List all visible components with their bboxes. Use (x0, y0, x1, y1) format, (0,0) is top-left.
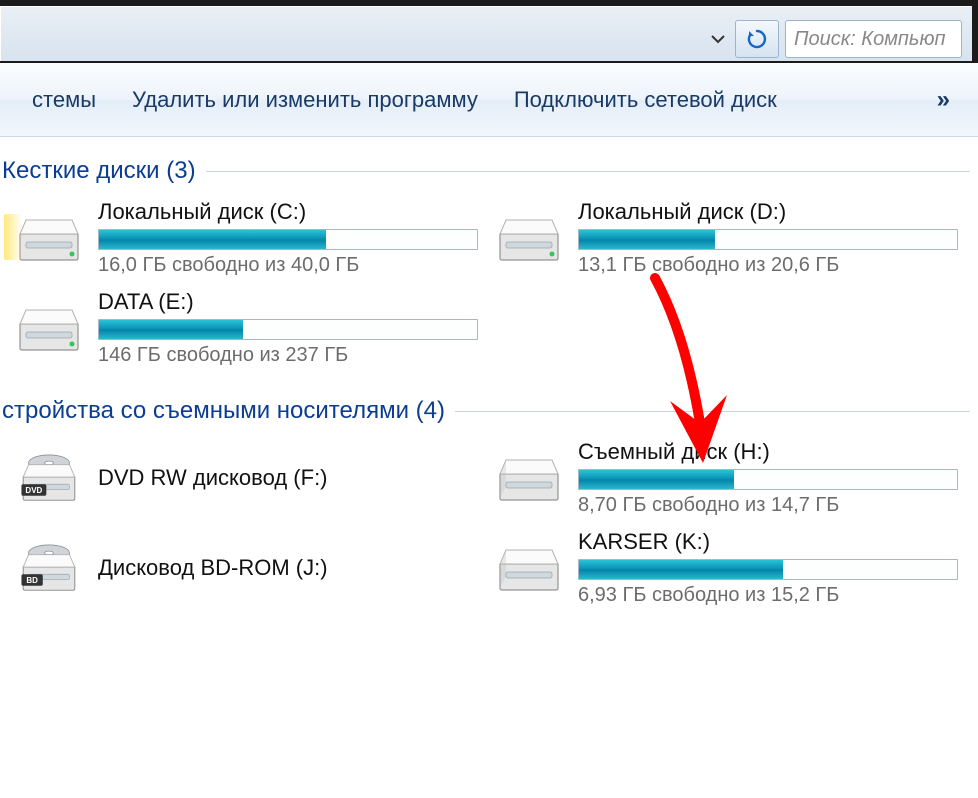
removable-drive-icon (494, 536, 564, 600)
content-pane: Кесткие диски (3) Локальный диск (C:) 16… (0, 137, 978, 798)
group-divider (206, 171, 970, 172)
drive-grid-removable: DVD DVD RW дисковод (F:) Съемный диск (H… (0, 433, 978, 613)
search-placeholder-text: Поиск: Компьюп (794, 28, 945, 51)
drive-free-text: 6,93 ГБ свободно из 15,2 ГБ (578, 584, 966, 607)
drive-capacity-bar (578, 559, 958, 580)
drive-capacity-fill (99, 320, 243, 339)
bd-drive-icon: BD (14, 536, 84, 600)
command-bar: стемы Удалить или изменить программу Под… (0, 63, 978, 137)
group-title: Кесткие диски (3) (2, 157, 196, 185)
refresh-button[interactable] (735, 20, 779, 58)
hdd-icon (14, 206, 84, 270)
drive-item-j[interactable]: BD Дисковод BD-ROM (J:) (10, 523, 490, 613)
drive-name: Локальный диск (C:) (98, 199, 486, 225)
group-header-hard-disks[interactable]: Кесткие диски (3) (0, 157, 978, 185)
hdd-icon (494, 206, 564, 270)
drive-item-d[interactable]: Локальный диск (D:) 13,1 ГБ свободно из … (490, 193, 970, 283)
drive-capacity-fill (579, 560, 783, 579)
group-title: стройства со съемными носителями (4) (2, 397, 445, 425)
drive-free-text: 8,70 ГБ свободно из 14,7 ГБ (578, 494, 966, 517)
drive-item-h[interactable]: Съемный диск (H:) 8,70 ГБ свободно из 14… (490, 433, 970, 523)
drive-name: Локальный диск (D:) (578, 199, 966, 225)
drive-name: Дисковод BD-ROM (J:) (98, 555, 486, 581)
drive-grid-hard-disks: Локальный диск (C:) 16,0 ГБ свободно из … (0, 193, 978, 373)
drive-name: DATA (E:) (98, 289, 486, 315)
drive-capacity-fill (99, 230, 326, 249)
address-history-dropdown[interactable] (707, 25, 729, 53)
group-header-removable[interactable]: стройства со съемными носителями (4) (0, 397, 978, 425)
drive-item-f[interactable]: DVD DVD RW дисковод (F:) (10, 433, 490, 523)
drive-capacity-bar (578, 469, 958, 490)
drive-name: Съемный диск (H:) (578, 439, 966, 465)
cmd-item-uninstall-program[interactable]: Удалить или изменить программу (114, 79, 496, 121)
drive-capacity-fill (579, 230, 715, 249)
drive-capacity-bar (98, 319, 478, 340)
drive-item-k[interactable]: KARSER (K:) 6,93 ГБ свободно из 15,2 ГБ (490, 523, 970, 613)
address-toolbar: Поиск: Компьюп (0, 6, 972, 61)
svg-text:BD: BD (26, 576, 38, 585)
svg-text:DVD: DVD (25, 486, 42, 495)
refresh-icon (745, 27, 769, 51)
drive-capacity-fill (579, 470, 734, 489)
dvd-drive-icon: DVD (14, 446, 84, 510)
drive-item-e[interactable]: DATA (E:) 146 ГБ свободно из 237 ГБ (10, 283, 490, 373)
drive-item-c[interactable]: Локальный диск (C:) 16,0 ГБ свободно из … (10, 193, 490, 283)
drive-name: KARSER (K:) (578, 529, 966, 555)
drive-name: DVD RW дисковод (F:) (98, 465, 486, 491)
removable-drive-icon (494, 446, 564, 510)
hdd-icon (14, 296, 84, 360)
drive-capacity-bar (98, 229, 478, 250)
drive-free-text: 146 ГБ свободно из 237 ГБ (98, 344, 486, 367)
cmd-item-system-properties[interactable]: стемы (14, 79, 114, 121)
search-input[interactable]: Поиск: Компьюп (785, 20, 962, 58)
drive-free-text: 13,1 ГБ свободно из 20,6 ГБ (578, 254, 966, 277)
drive-free-text: 16,0 ГБ свободно из 40,0 ГБ (98, 254, 486, 277)
cmd-overflow-button[interactable]: » (923, 78, 964, 122)
cmd-item-map-network-drive[interactable]: Подключить сетевой диск (496, 79, 795, 121)
group-divider (455, 411, 970, 412)
drive-capacity-bar (578, 229, 958, 250)
